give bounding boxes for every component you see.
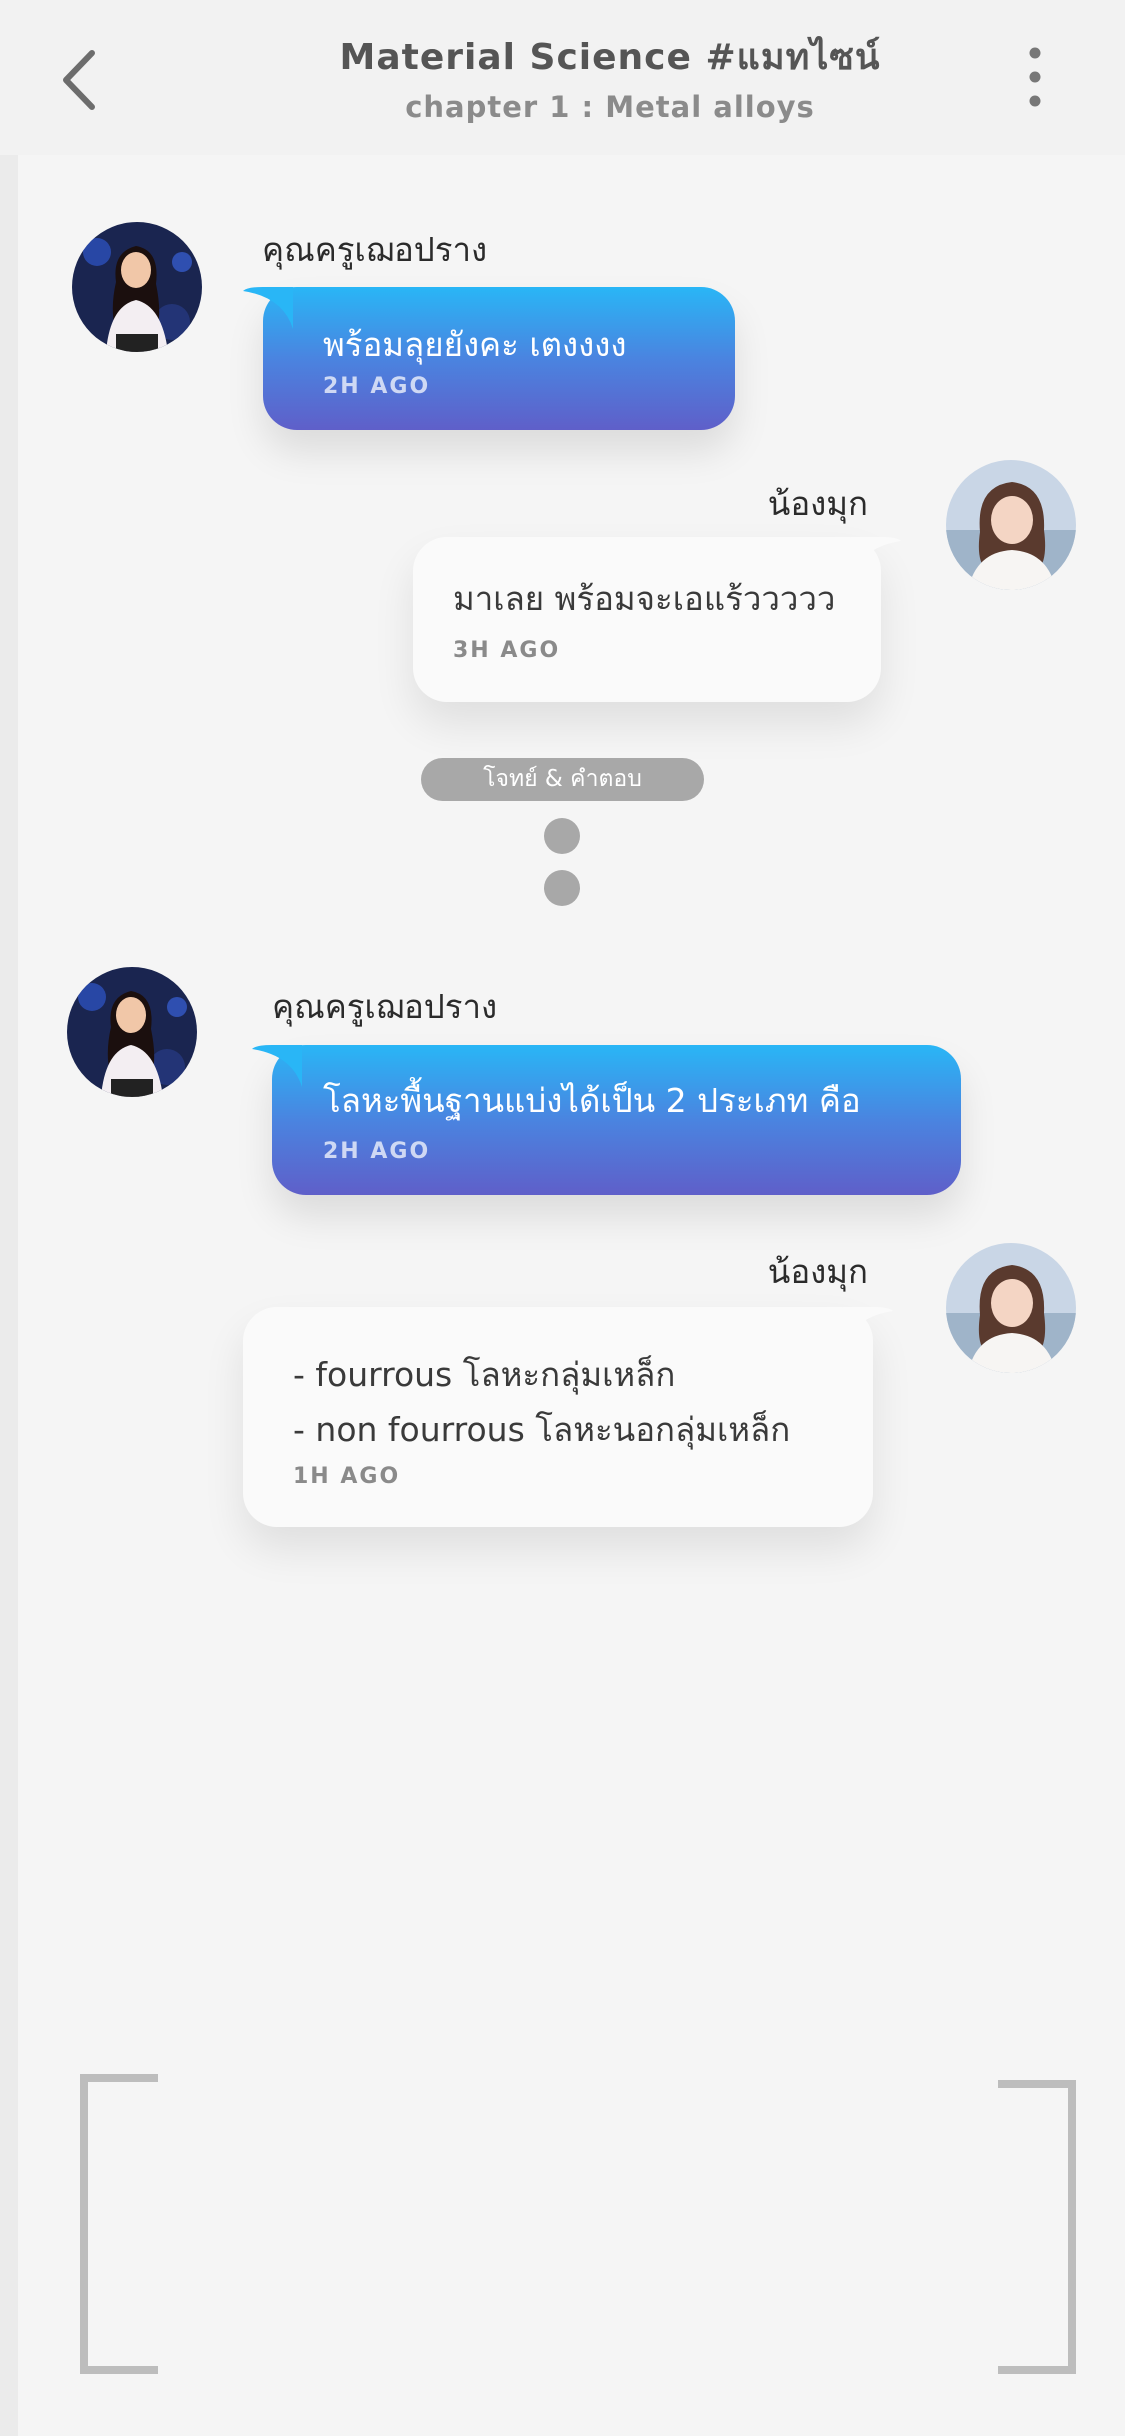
left-edge-strip bbox=[0, 155, 18, 2436]
sender-name: น้องมุก bbox=[767, 1252, 868, 1291]
right-bracket-frame bbox=[994, 2080, 1078, 2380]
sender-name: คุณครูเฌอปราง bbox=[262, 230, 488, 269]
sender-name: คุณครูเฌอปราง bbox=[272, 987, 498, 1026]
bubble-tail bbox=[252, 1045, 302, 1087]
message-bubble-sent[interactable]: - fourrous โลหะกลุ่มเหล็ก - non fourrous… bbox=[243, 1307, 893, 1527]
message-bubble-sent[interactable]: มาเลย พร้อมจะเอแร้ววววว 3H AGO bbox=[413, 537, 901, 702]
student-photo bbox=[946, 460, 1076, 590]
message-timestamp: 2H AGO bbox=[323, 374, 431, 399]
divider-dot bbox=[544, 818, 580, 854]
bubble-tail bbox=[243, 287, 293, 329]
teacher-avatar[interactable] bbox=[67, 967, 197, 1097]
message-bubble-received[interactable]: พร้อมลุยยังคะ เตงงงง 2H AGO bbox=[243, 287, 735, 430]
message-timestamp: 1H AGO bbox=[293, 1464, 401, 1489]
message-text: มาเลย พร้อมจะเอแร้ววววว bbox=[453, 579, 836, 618]
divider-dot bbox=[544, 870, 580, 906]
left-bracket-frame bbox=[78, 2074, 162, 2374]
teacher-photo bbox=[72, 222, 202, 352]
page-title: Material Science #แมทไซน์ bbox=[339, 37, 881, 78]
bubble-tail bbox=[851, 537, 901, 579]
page-subtitle: chapter 1 : Metal alloys bbox=[405, 90, 815, 124]
back-button[interactable] bbox=[52, 45, 112, 115]
bubble-tail bbox=[843, 1307, 893, 1349]
more-options-button[interactable] bbox=[1018, 44, 1052, 112]
message-timestamp: 2H AGO bbox=[323, 1139, 431, 1164]
sender-name: น้องมุก bbox=[767, 484, 868, 523]
chevron-left-icon bbox=[63, 50, 95, 110]
message-timestamp: 3H AGO bbox=[453, 638, 561, 663]
message-line: - fourrous โลหะกลุ่มเหล็ก bbox=[293, 1355, 676, 1394]
student-photo bbox=[946, 1243, 1076, 1373]
message-line: - non fourrous โลหะนอกลุ่มเหล็ก bbox=[293, 1410, 791, 1449]
message-text: พร้อมลุยยังคะ เตงงงง bbox=[323, 325, 627, 364]
qa-divider-pill[interactable]: โจทย์ & คำตอบ bbox=[421, 758, 704, 801]
student-avatar[interactable] bbox=[946, 460, 1076, 590]
student-avatar[interactable] bbox=[946, 1243, 1076, 1373]
header-bar: Material Science #แมทไซน์ chapter 1 : Me… bbox=[0, 0, 1125, 155]
title-block: Material Science #แมทไซน์ chapter 1 : Me… bbox=[250, 30, 970, 128]
message-bubble-received[interactable]: โลหะพื้นฐานแบ่งได้เป็น 2 ประเภท คือ 2H A… bbox=[252, 1045, 961, 1195]
message-text: โลหะพื้นฐานแบ่งได้เป็น 2 ประเภท คือ bbox=[323, 1081, 861, 1120]
chat-screen: Material Science #แมทไซน์ chapter 1 : Me… bbox=[0, 0, 1125, 2436]
teacher-photo bbox=[67, 967, 197, 1097]
teacher-avatar[interactable] bbox=[72, 222, 202, 352]
more-vertical-icon bbox=[1029, 47, 1041, 107]
